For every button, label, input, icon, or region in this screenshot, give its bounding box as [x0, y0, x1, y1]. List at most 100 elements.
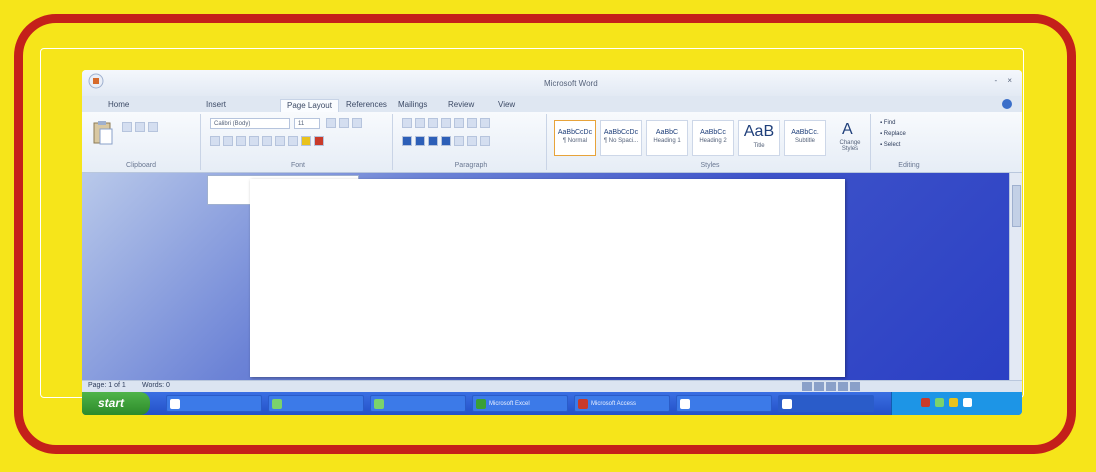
editing-commands: ▪ Find ▪ Replace ▪ Select: [880, 118, 906, 151]
outline-icon[interactable]: [838, 382, 848, 391]
change-styles-label: Change Styles: [839, 140, 861, 152]
window-controls[interactable]: - ×: [994, 76, 1016, 85]
style-subtitle[interactable]: AaBbCc. Subtitle: [784, 120, 826, 156]
replace-button[interactable]: ▪ Replace: [880, 129, 906, 140]
style-normal[interactable]: AaBbCcDc ¶ Normal: [554, 120, 596, 156]
style-sample: AaBbCcDc: [603, 129, 639, 136]
style-no-spacing[interactable]: AaBbCcDc ¶ No Spaci...: [600, 120, 642, 156]
font-group: Calibri (Body) 11 Font: [204, 114, 393, 170]
print-layout-icon[interactable]: [802, 382, 812, 391]
help-icon[interactable]: [1002, 99, 1012, 109]
show-marks-icon[interactable]: [480, 118, 490, 128]
borders-icon[interactable]: [480, 136, 490, 146]
font-format-buttons: [210, 136, 324, 148]
style-sample: AaBbC: [655, 129, 679, 136]
tab-mailings[interactable]: Mailings: [392, 99, 433, 111]
font-size-select[interactable]: 11: [294, 118, 320, 129]
find-label: Find: [883, 120, 896, 126]
clear-format-icon[interactable]: [352, 118, 362, 128]
styles-group: AaBbCcDc ¶ Normal AaBbCcDc ¶ No Spaci...…: [550, 114, 871, 170]
subscript-icon[interactable]: [262, 136, 272, 146]
style-heading-1[interactable]: AaBbC Heading 1: [646, 120, 688, 156]
window-title: Microsoft Word: [544, 79, 598, 88]
tab-review[interactable]: Review: [442, 99, 480, 111]
office-button[interactable]: [88, 73, 128, 93]
multilevel-list-icon[interactable]: [428, 118, 438, 128]
scrollbar-thumb[interactable]: [1012, 185, 1021, 227]
bold-icon[interactable]: [210, 136, 220, 146]
taskbar-item[interactable]: [370, 395, 466, 412]
replace-label: Replace: [883, 131, 906, 137]
style-heading-2[interactable]: AaBbCc Heading 2: [692, 120, 734, 156]
select-label: Select: [883, 142, 901, 148]
cut-icon[interactable]: [122, 122, 132, 132]
justify-icon[interactable]: [441, 136, 451, 146]
find-button[interactable]: ▪ Find: [880, 118, 906, 129]
decrease-indent-icon[interactable]: [441, 118, 451, 128]
document-page[interactable]: [250, 179, 845, 377]
underline-icon[interactable]: [236, 136, 246, 146]
editing-group-label: Editing: [898, 162, 920, 169]
alignment-buttons: [402, 136, 490, 148]
volume-icon[interactable]: [963, 398, 972, 407]
grow-font-icon[interactable]: [326, 118, 336, 128]
highlight-icon[interactable]: [301, 136, 311, 146]
word-icon: [782, 399, 792, 409]
align-center-icon[interactable]: [415, 136, 425, 146]
numbering-icon[interactable]: [415, 118, 425, 128]
change-case-icon[interactable]: [288, 136, 298, 146]
start-label: start: [98, 396, 125, 410]
shading-icon[interactable]: [467, 136, 477, 146]
taskbar-item[interactable]: Microsoft Access: [574, 395, 670, 412]
taskbar-item[interactable]: Microsoft Excel: [472, 395, 568, 412]
draft-icon[interactable]: [850, 382, 860, 391]
tab-insert[interactable]: Insert: [200, 99, 232, 111]
shrink-font-icon[interactable]: [339, 118, 349, 128]
tray-icon[interactable]: [935, 398, 944, 407]
excel-icon: [476, 399, 486, 409]
copy-icon[interactable]: [135, 122, 145, 132]
taskbar-item[interactable]: [676, 395, 772, 412]
style-name: Subtitle: [794, 138, 815, 144]
taskbar-item[interactable]: [166, 395, 262, 412]
styles-group-label: Styles: [700, 162, 720, 169]
superscript-icon[interactable]: [275, 136, 285, 146]
align-right-icon[interactable]: [428, 136, 438, 146]
tab-view[interactable]: View: [492, 99, 521, 111]
tab-references[interactable]: References: [340, 99, 393, 111]
paste-icon[interactable]: [92, 120, 114, 146]
vertical-scrollbar[interactable]: [1009, 173, 1022, 380]
start-button[interactable]: start: [82, 392, 150, 415]
tray-icon[interactable]: [921, 398, 930, 407]
line-spacing-icon[interactable]: [454, 136, 464, 146]
format-painter-icon[interactable]: [148, 122, 158, 132]
style-name: ¶ No Spaci...: [603, 138, 639, 144]
font-group-label: Font: [290, 162, 305, 169]
bullets-icon[interactable]: [402, 118, 412, 128]
app-icon: [272, 399, 282, 409]
page-count[interactable]: Page: 1 of 1: [88, 382, 126, 389]
ribbon: Clipboard Calibri (Body) 11 Font Paragra…: [82, 112, 1022, 173]
taskbar-item[interactable]: [268, 395, 364, 412]
style-title[interactable]: AaB Title: [738, 120, 780, 156]
strikethrough-icon[interactable]: [249, 136, 259, 146]
web-layout-icon[interactable]: [826, 382, 836, 391]
increase-indent-icon[interactable]: [454, 118, 464, 128]
sort-icon[interactable]: [467, 118, 477, 128]
align-left-icon[interactable]: [402, 136, 412, 146]
tab-home[interactable]: Home: [102, 99, 135, 111]
change-styles-icon: A: [842, 121, 853, 138]
office-logo-icon: [88, 73, 104, 89]
italic-icon[interactable]: [223, 136, 233, 146]
full-screen-icon[interactable]: [814, 382, 824, 391]
tab-page-layout[interactable]: Page Layout: [280, 99, 339, 112]
word-count[interactable]: Words: 0: [142, 382, 170, 389]
tray-icon[interactable]: [949, 398, 958, 407]
taskbar-item-active[interactable]: [778, 395, 874, 412]
style-sample: AaBbCc: [700, 129, 726, 136]
app-icon: [170, 399, 180, 409]
select-button[interactable]: ▪ Select: [880, 140, 906, 151]
font-color-icon[interactable]: [314, 136, 324, 146]
change-styles-button[interactable]: A Change Styles: [834, 118, 866, 160]
font-name-select[interactable]: Calibri (Body): [210, 118, 290, 129]
